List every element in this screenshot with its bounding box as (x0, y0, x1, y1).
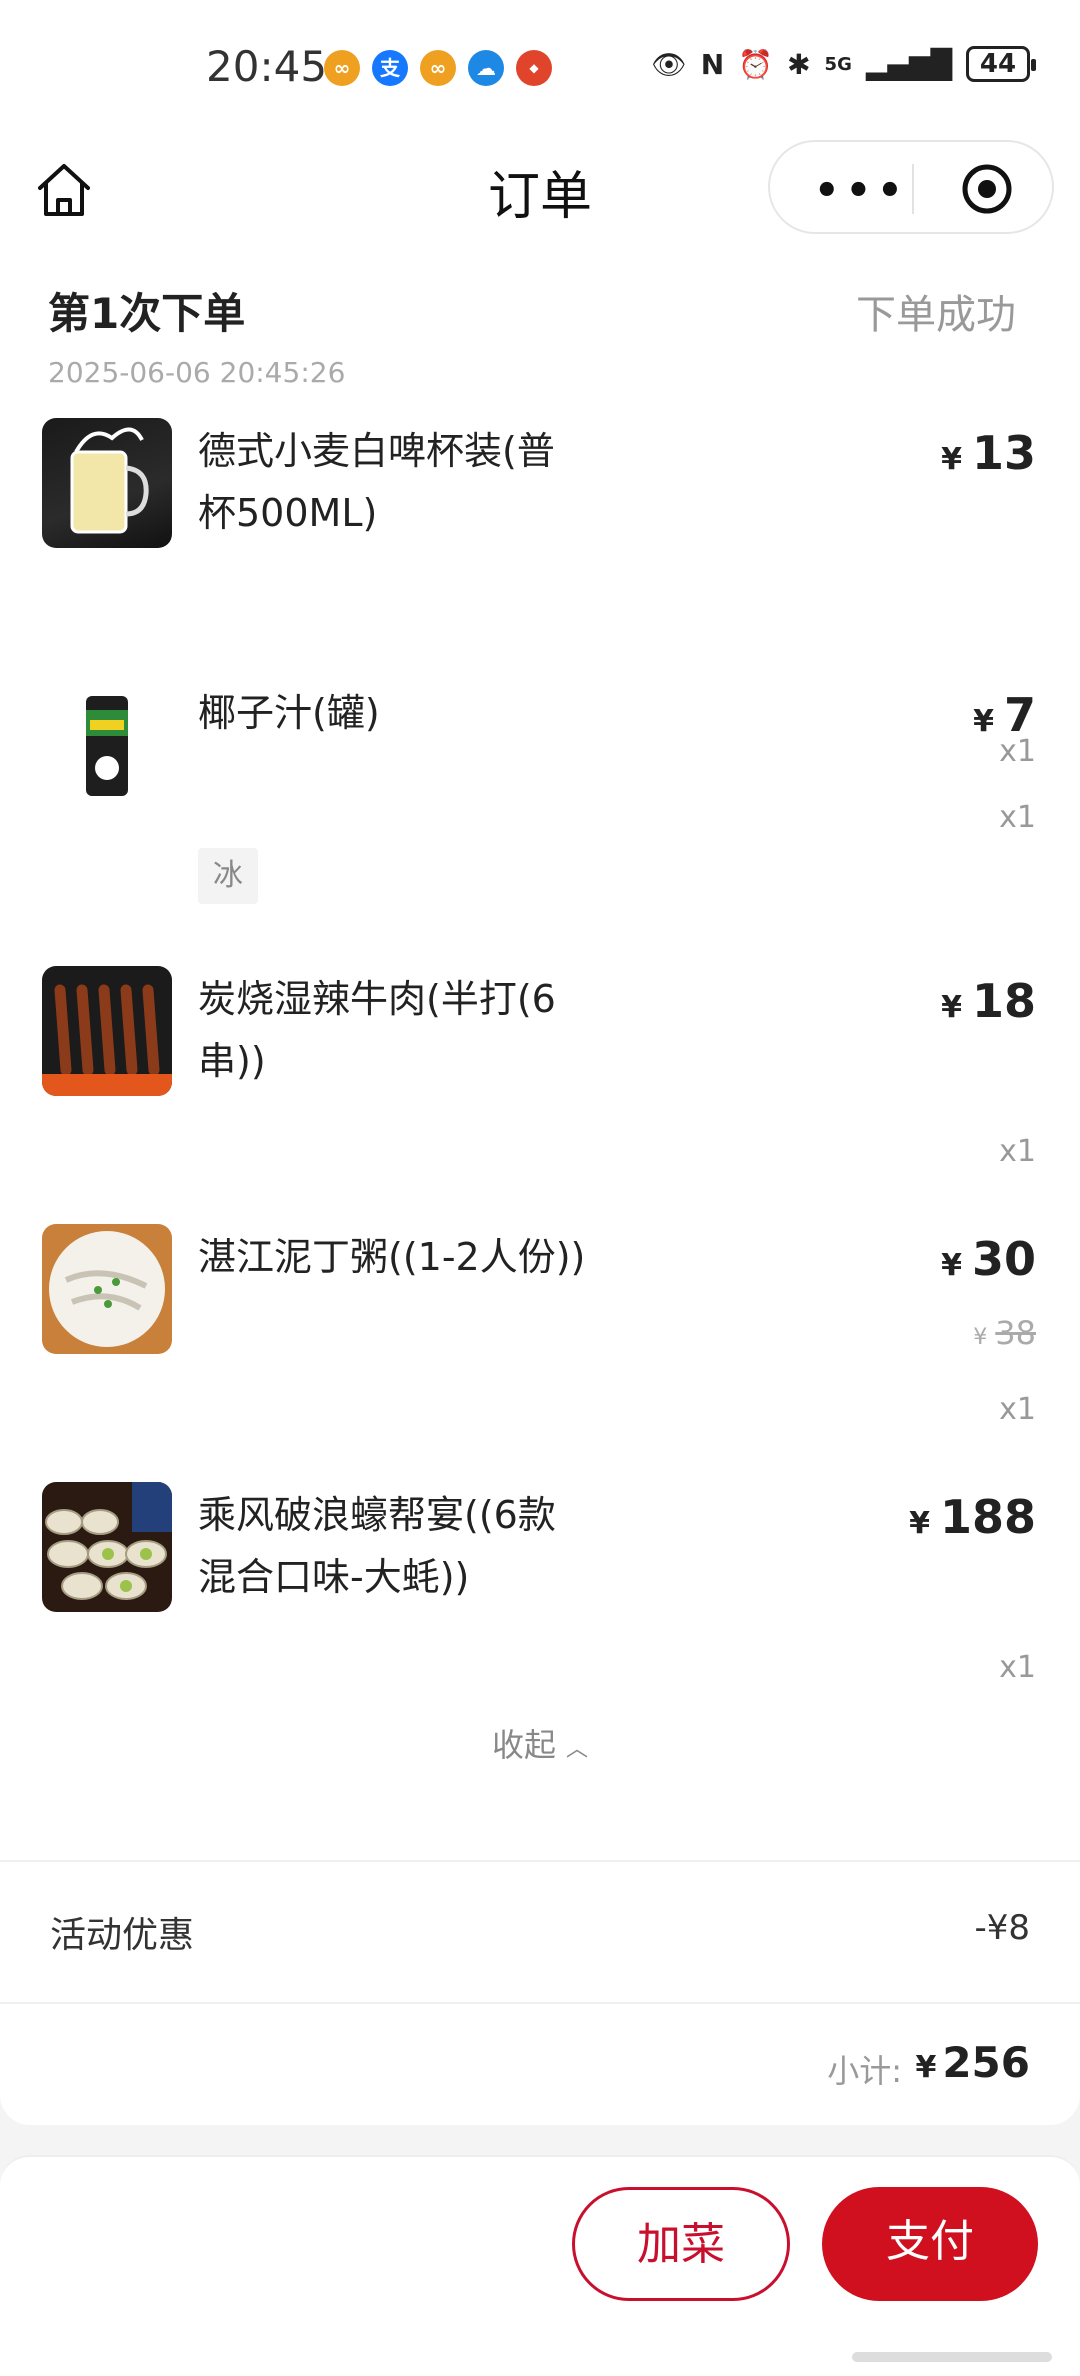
status-bar: 20:45 ∞ 支 ∞ ☁ ◆ 👁 N ⏰ ✱ 5G ▂▄▆█ 44 (0, 0, 1080, 140)
chevron-up-icon: ︿ (566, 1737, 589, 1762)
list-item: 乘风破浪蠔帮宴((6款混合口味-大蚝)) ¥188 x1 (0, 1482, 1080, 1685)
notification-app-icon: ∞ (420, 50, 456, 86)
add-dish-button[interactable]: 加菜 (572, 2187, 790, 2301)
subtotal-label: 小计: (827, 2052, 902, 2090)
list-item: 椰子汁(罐) ¥7 x1 冰 (0, 680, 1080, 904)
weather-icon: ☁ (468, 50, 504, 86)
item-image-coconut (42, 680, 172, 810)
network-label: 5G (824, 53, 852, 75)
item-spec-tag: 冰 (198, 848, 258, 904)
order-status: 下单成功 (856, 292, 1016, 338)
collapse-toggle[interactable]: 收起 ︿ (0, 1720, 1080, 1766)
notification-app-icon: ∞ (324, 50, 360, 86)
status-time: 20:45 (206, 42, 328, 91)
battery-level: 44 (979, 49, 1017, 79)
item-image-porridge (42, 1224, 172, 1354)
nfc-icon: N (700, 47, 725, 81)
item-name: 湛江泥丁粥((1-2人份)) (198, 1235, 586, 1279)
capsule-divider (912, 164, 914, 214)
bottom-action-bar: 加菜 支付 (0, 2155, 1080, 2376)
subtotal-value: ¥256 (915, 2038, 1030, 2087)
bluetooth-icon: ✱ (787, 47, 811, 81)
item-qty: x1 (999, 800, 1036, 835)
home-indicator (852, 2352, 1052, 2362)
list-item: 德式小麦白啤杯装(普杯500ML) ¥13 x1 (0, 418, 1080, 769)
order-time: 2025-06-06 20:45:26 (48, 356, 346, 389)
close-miniprogram-button[interactable] (960, 162, 1014, 216)
alipay-icon: 支 (372, 50, 408, 86)
item-price: ¥13 (941, 426, 1036, 480)
huawei-icon: ◆ (516, 50, 552, 86)
discount-value: -¥8 (974, 1908, 1030, 1948)
battery-icon: 44 (966, 46, 1036, 82)
pay-button[interactable]: 支付 (822, 2187, 1038, 2301)
item-name: 椰子汁(罐) (198, 691, 380, 735)
nav-bar: 订单 ••• (0, 140, 1080, 270)
divider (0, 1860, 1080, 1862)
item-qty: x1 (999, 1134, 1036, 1169)
item-price: ¥7 (973, 688, 1036, 742)
order-header: 第1次下单 下单成功 2025-06-06 20:45:26 (48, 280, 1030, 389)
list-item: 湛江泥丁粥((1-2人份)) ¥30 ¥38 x1 (0, 1224, 1080, 1427)
list-item: 炭烧湿辣牛肉(半打(6串)) ¥18 x1 (0, 966, 1080, 1169)
collapse-label: 收起 (491, 1726, 556, 1764)
item-name: 炭烧湿辣牛肉(半打(6串)) (198, 977, 556, 1083)
more-button[interactable]: ••• (814, 168, 909, 214)
item-price: ¥30 (941, 1232, 1036, 1286)
item-qty: x1 (999, 1392, 1036, 1427)
item-price: ¥188 (909, 1490, 1036, 1544)
item-image-oysters (42, 1482, 172, 1612)
item-name: 德式小麦白啤杯装(普杯500ML) (198, 429, 555, 535)
item-qty: x1 (999, 1650, 1036, 1685)
eye-icon: 👁 (651, 47, 687, 81)
order-card: 第1次下单 下单成功 2025-06-06 20:45:26 德式小麦白啤杯装(… (0, 270, 1080, 2125)
item-image-beef-skewers (42, 966, 172, 1096)
item-original-price: ¥38 (973, 1314, 1036, 1352)
item-name: 乘风破浪蠔帮宴((6款混合口味-大蚝)) (198, 1493, 556, 1599)
signal-icon: ▂▄▆█ (865, 47, 952, 81)
divider (0, 2002, 1080, 2004)
item-image-beer (42, 418, 172, 548)
item-price: ¥18 (941, 974, 1036, 1028)
miniprogram-capsule: ••• (768, 140, 1054, 234)
alarm-icon: ⏰ (738, 47, 774, 81)
status-indicators: 👁 N ⏰ ✱ 5G ▂▄▆█ 44 (651, 46, 1036, 82)
discount-label: 活动优惠 (50, 1915, 195, 1956)
